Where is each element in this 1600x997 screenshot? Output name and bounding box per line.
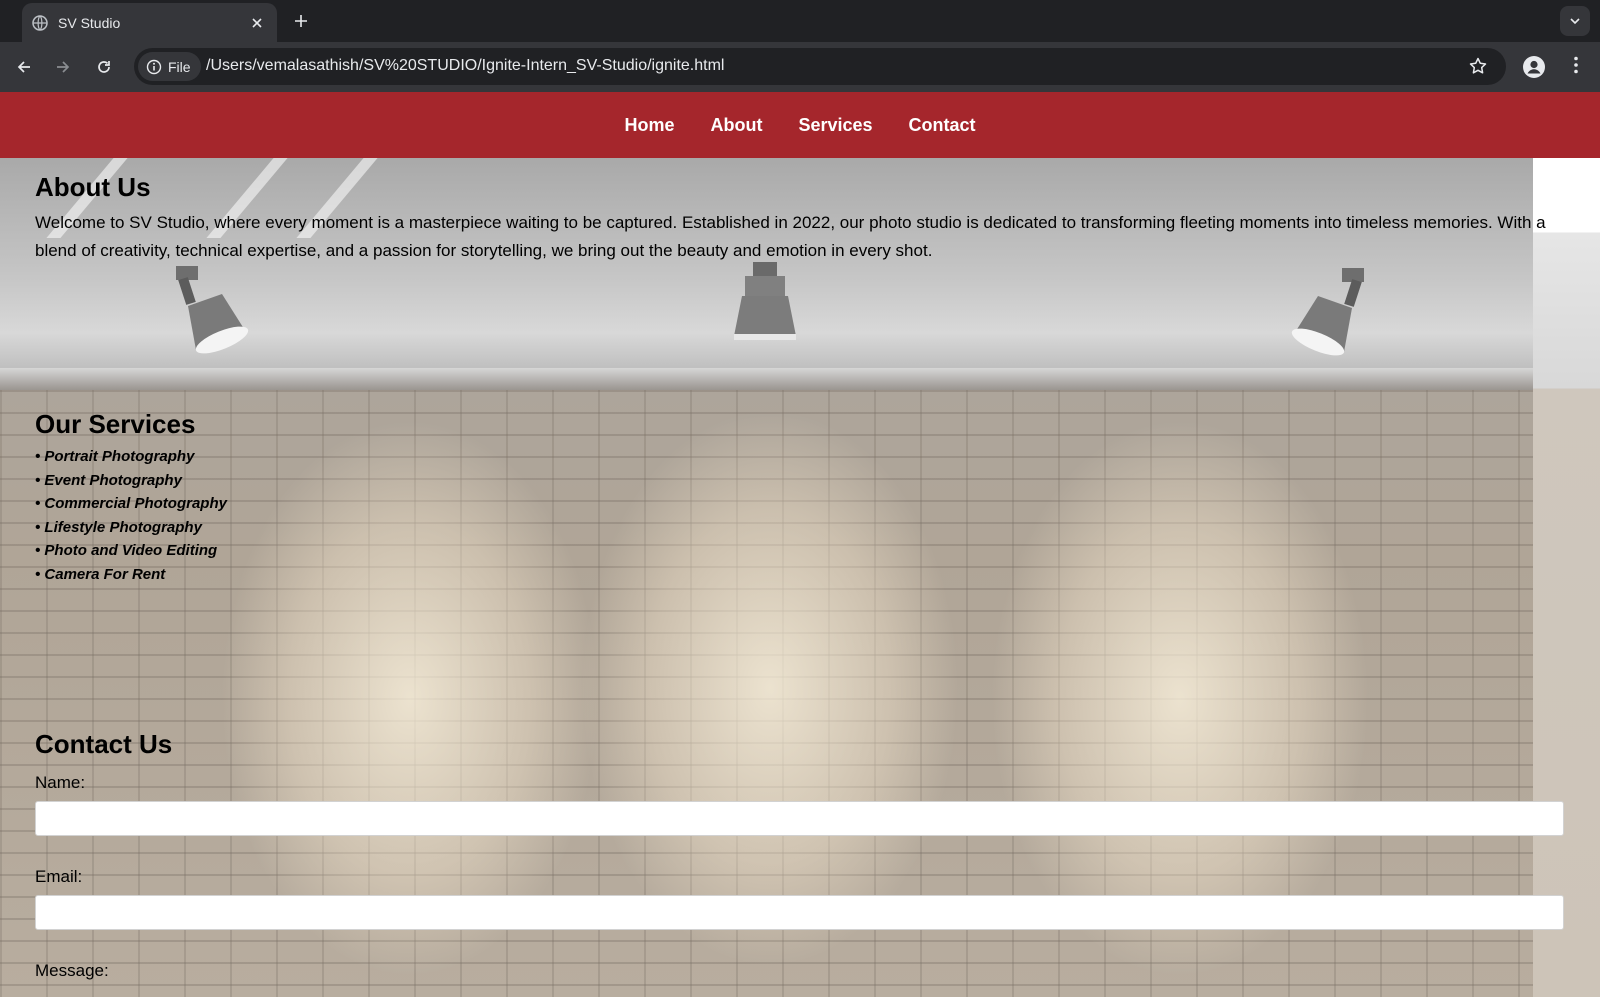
about-heading: About Us <box>35 172 151 202</box>
email-label: Email: <box>35 867 83 886</box>
file-chip-label: File <box>168 58 191 75</box>
message-label: Message: <box>35 961 109 980</box>
services-list: • Portrait Photography • Event Photograp… <box>35 445 227 586</box>
new-tab-icon[interactable] <box>292 12 310 30</box>
bookmark-star-icon[interactable] <box>1468 56 1488 76</box>
profile-icon[interactable] <box>1522 55 1546 79</box>
spotlight-lamp-icon <box>1291 268 1364 356</box>
spotlight-lamp-icon <box>176 266 249 354</box>
service-item: • Photo and Video Editing <box>35 542 218 559</box>
services-heading: Our Services <box>35 409 196 439</box>
spotlight-lamp-icon <box>734 262 796 340</box>
service-item: • Lifestyle Photography <box>35 518 202 536</box>
name-field[interactable] <box>35 801 1564 836</box>
service-item: • Portrait Photography <box>35 448 195 465</box>
browser-tab-bar: SV Studio <box>0 0 1600 42</box>
nav-services[interactable]: Services <box>798 115 872 136</box>
email-field[interactable] <box>35 895 1564 930</box>
studio-background-image <box>0 158 1533 997</box>
close-icon[interactable] <box>249 15 265 31</box>
nav-home[interactable]: Home <box>624 115 674 136</box>
nav-about[interactable]: About <box>710 115 762 136</box>
about-paragraph: Welcome to SV Studio, where every moment… <box>35 213 1546 260</box>
forward-arrow-icon[interactable] <box>52 56 74 78</box>
url-text: /Users/vemalasathish/SV%20STUDIO/Ignite-… <box>206 57 725 74</box>
spotlight-glow <box>990 418 1370 978</box>
site-info-chip[interactable]: File <box>138 52 201 81</box>
tab-search-button[interactable] <box>1560 6 1590 36</box>
tab-title: SV Studio <box>58 14 121 31</box>
reload-icon[interactable] <box>93 56 115 78</box>
nav-contact[interactable]: Contact <box>909 115 976 136</box>
background-right-edge <box>1533 158 1600 997</box>
site-navbar: Home About Services Contact <box>0 92 1600 158</box>
page-viewport: Home About Services Contact About Us Wel… <box>0 92 1600 997</box>
back-arrow-icon[interactable] <box>13 56 35 78</box>
contact-heading: Contact Us <box>35 729 173 759</box>
spotlight-glow <box>220 418 600 978</box>
info-icon <box>146 59 162 74</box>
service-item: • Commercial Photography <box>35 495 227 512</box>
browser-tab[interactable]: SV Studio <box>22 3 277 42</box>
wall-ledge <box>0 368 1533 390</box>
more-menu-icon[interactable] <box>1566 55 1586 79</box>
spotlight-glow <box>580 408 960 968</box>
browser-toolbar: File /Users/vemalasathish/SV%20STUDIO/Ig… <box>0 42 1600 92</box>
service-item: • Event Photography <box>35 471 182 489</box>
globe-icon <box>32 14 48 31</box>
name-label: Name: <box>35 773 86 792</box>
chevron-down-icon <box>1570 18 1580 25</box>
service-item: • Camera For Rent <box>35 565 166 583</box>
address-bar[interactable]: File /Users/vemalasathish/SV%20STUDIO/Ig… <box>134 48 1506 85</box>
